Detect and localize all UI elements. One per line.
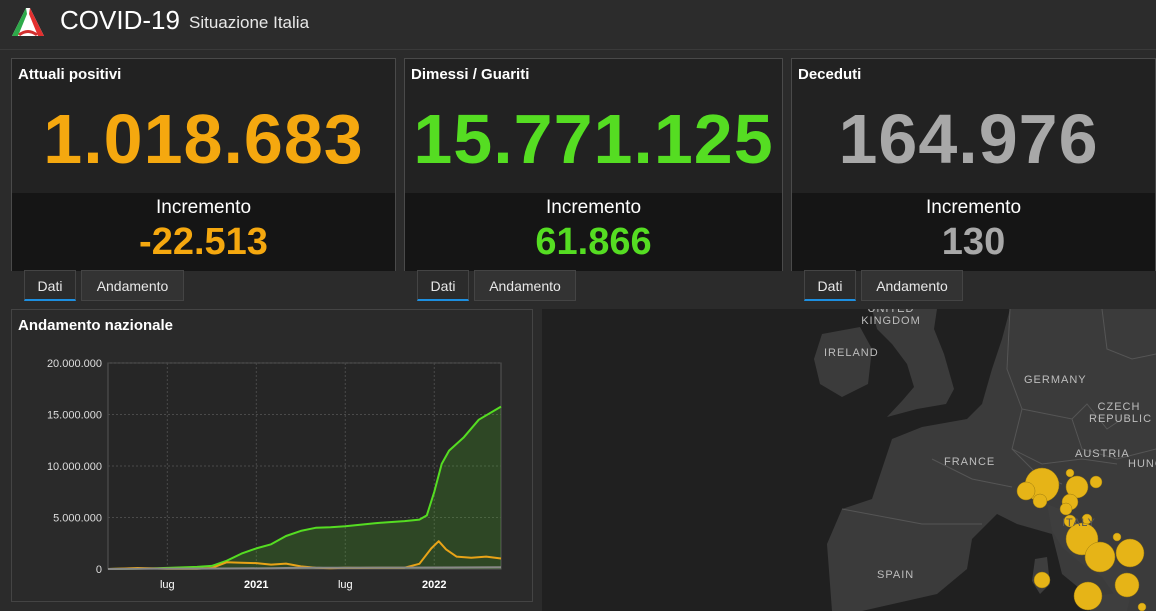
- deceduti-increment-value: 130: [941, 221, 1006, 263]
- positivi-increment-value: -22.513: [139, 221, 268, 263]
- increment-box: Incremento -22.513: [12, 193, 395, 271]
- map-label-france: FRANCE: [944, 456, 996, 468]
- y-tick-label: 20.000.000: [47, 358, 102, 370]
- positivi-total-value: 1.018.683: [43, 100, 364, 178]
- map-label-czech: CZECH REPUBLIC: [1089, 401, 1153, 425]
- card-title: Deceduti: [798, 66, 862, 83]
- increment-box: Incremento 61.866: [405, 193, 782, 271]
- andamento-chart-panel: Andamento nazionale 20.000.000 15.000.000…: [11, 309, 533, 602]
- increment-box: Incremento 130: [792, 193, 1155, 271]
- app-header: COVID-19 Situazione Italia: [0, 0, 1156, 50]
- map-label-germany: GERMANY: [1024, 374, 1087, 386]
- tab-andamento-guariti[interactable]: Andamento: [474, 270, 576, 301]
- tab-andamento-positivi[interactable]: Andamento: [81, 270, 184, 301]
- deceduti-total-value: 164.976: [838, 100, 1099, 178]
- x-tick-label: 2022: [422, 579, 446, 591]
- map-label-italy: ITALY: [1062, 517, 1096, 529]
- y-tick-label: 5.000.000: [53, 513, 102, 525]
- guariti-card: Dimessi / Guariti 15.771.125 Incremento …: [404, 58, 783, 271]
- tab-dati-positivi[interactable]: Dati: [24, 270, 76, 301]
- europe-map[interactable]: UNITED KINGDOM IRELAND GERMANY CZECH REP…: [542, 309, 1156, 611]
- map-label-hungary: HUNG: [1128, 458, 1156, 470]
- tab-dati-deceduti[interactable]: Dati: [804, 270, 856, 301]
- x-tick-label: 2021: [244, 579, 268, 591]
- tab-andamento-deceduti[interactable]: Andamento: [861, 270, 963, 301]
- guariti-increment-value: 61.866: [535, 221, 652, 263]
- y-tick-label: 15.000.000: [47, 410, 102, 422]
- andamento-line-chart: 20.000.000 15.000.000 10.000.000 5.000.000 0…: [47, 358, 502, 591]
- positivi-card: Attuali positivi 1.018.683 Incremento -2…: [11, 58, 396, 271]
- x-tick-label: lug: [160, 579, 175, 591]
- guariti-total-value: 15.771.125: [413, 100, 774, 178]
- tab-dati-guariti[interactable]: Dati: [417, 270, 469, 301]
- card-title: Attuali positivi: [18, 66, 122, 83]
- y-tick-label: 10.000.000: [47, 461, 102, 473]
- deceduti-card: Deceduti 164.976 Incremento 130: [791, 58, 1156, 271]
- map-label-austria: AUSTRIA: [1075, 448, 1130, 460]
- app-subtitle: Situazione Italia: [189, 13, 310, 32]
- map-label-uk: UNITED KINGDOM: [861, 309, 921, 327]
- increment-label: Incremento: [545, 197, 642, 218]
- italy-flag-logo-icon: [12, 8, 44, 36]
- app-title: COVID-19: [60, 5, 180, 35]
- card-title: Dimessi / Guariti: [411, 66, 530, 83]
- y-tick-label: 0: [96, 564, 102, 576]
- increment-label: Incremento: [925, 197, 1022, 218]
- increment-label: Incremento: [155, 197, 252, 218]
- map-label-ireland: IRELAND: [824, 347, 879, 359]
- map-label-spain: SPAIN: [877, 569, 915, 581]
- x-tick-label: lug: [338, 579, 353, 591]
